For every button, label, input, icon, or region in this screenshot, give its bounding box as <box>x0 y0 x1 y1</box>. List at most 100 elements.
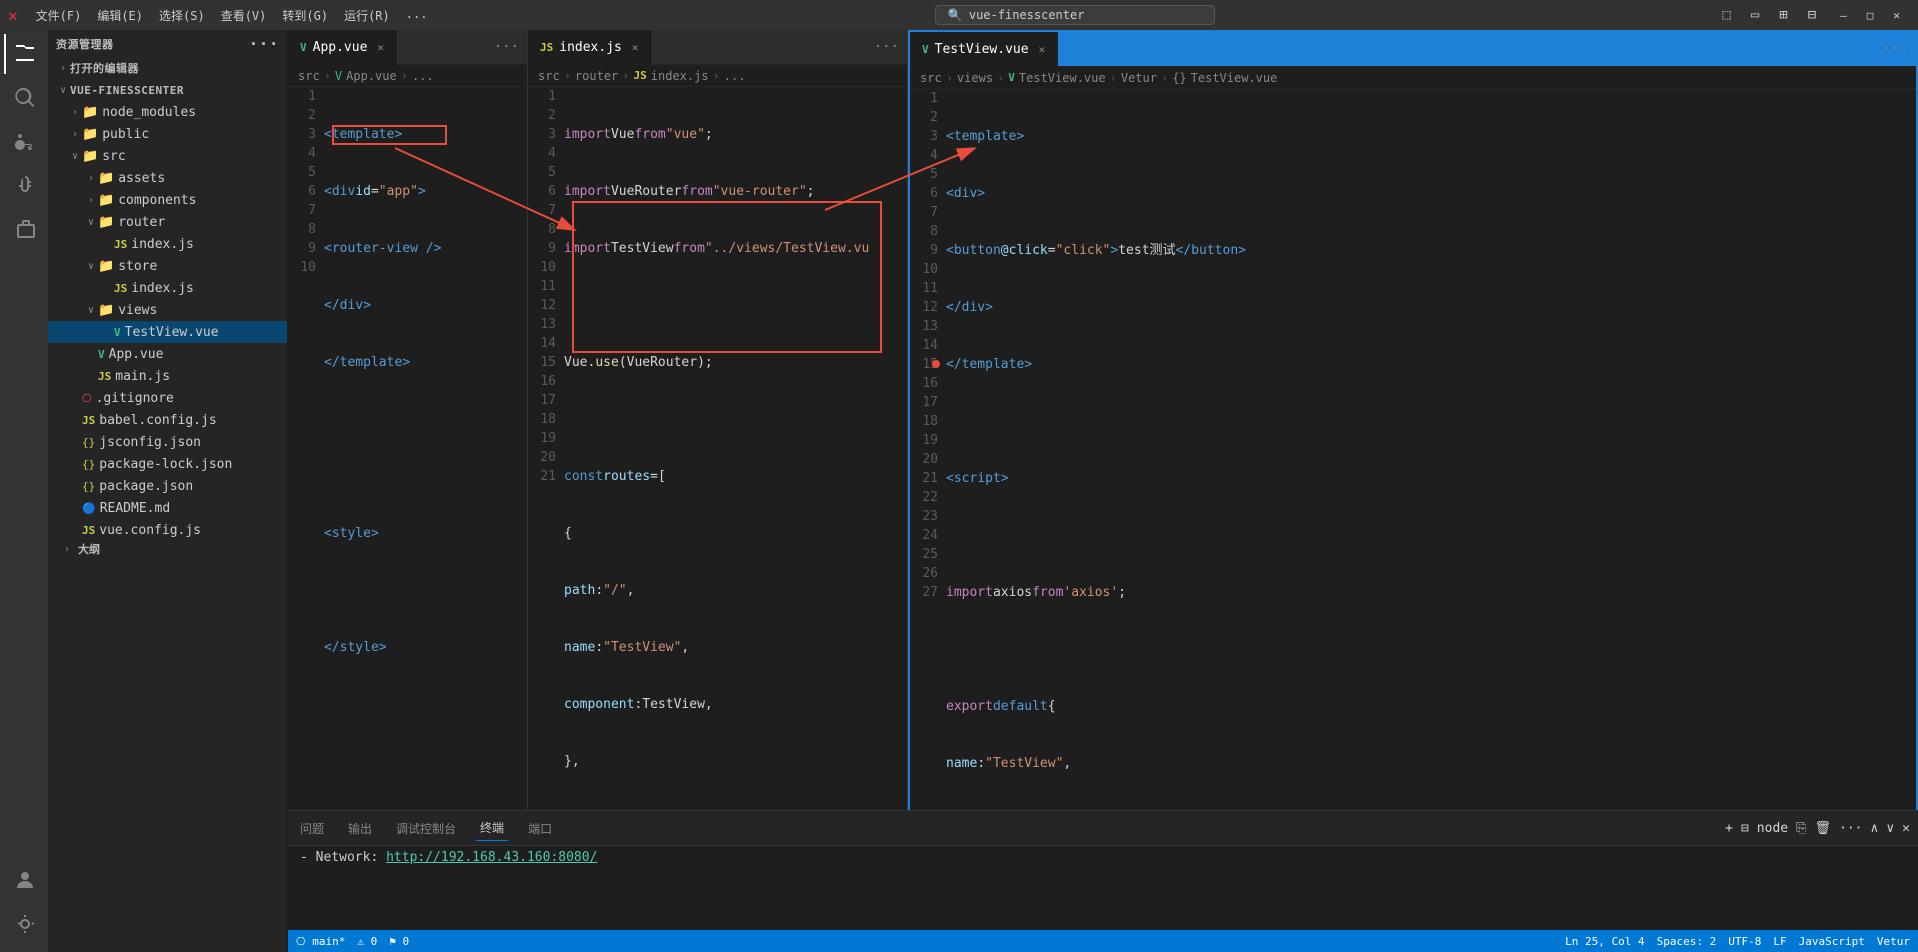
tab-problems[interactable]: 问题 <box>296 816 328 841</box>
terminal-split-btn[interactable]: ⊟ <box>1741 821 1749 836</box>
views-label: views <box>118 303 157 318</box>
tab-testview-close[interactable]: ✕ <box>1039 43 1046 56</box>
tree-gitignore[interactable]: ⎔ .gitignore <box>48 387 287 409</box>
tree-views[interactable]: ∨ 📁 views <box>48 299 287 321</box>
tab-appvue[interactable]: V App.vue ✕ <box>288 30 397 65</box>
terminal-down-btn[interactable]: ∨ <box>1886 821 1894 836</box>
status-spaces[interactable]: Spaces: 2 <box>1657 935 1717 948</box>
terminal-close-btn[interactable]: ✕ <box>1902 821 1910 836</box>
maximize-button[interactable]: □ <box>1857 0 1884 30</box>
tab-testview[interactable]: V TestView.vue ✕ <box>910 32 1058 67</box>
tree-router-index[interactable]: JS index.js <box>48 233 287 255</box>
folder-icon: 📁 <box>82 105 98 120</box>
layout-icon-3[interactable]: ⊞ <box>1773 5 1793 25</box>
activity-debug[interactable] <box>4 166 44 206</box>
status-branch[interactable]: ⎔ main* <box>296 935 345 948</box>
terminal-copy-btn[interactable]: ⎘ <box>1796 821 1806 836</box>
pane2-more-btn[interactable]: ··· <box>866 39 907 55</box>
tree-jsconfig[interactable]: {} jsconfig.json <box>48 431 287 453</box>
pane2-code: 123 456 789 101112 131415 161718 192021 … <box>528 87 907 810</box>
sidebar-project-header[interactable]: ∨ VUE-FINESSCENTER <box>48 79 287 101</box>
status-errors[interactable]: ⚠ 0 <box>357 935 377 948</box>
menu-select[interactable]: 选择(S) <box>153 5 211 26</box>
menu-run[interactable]: 运行(R) <box>338 5 396 26</box>
terminal-more-btn[interactable]: ··· <box>1839 821 1862 836</box>
tree-assets[interactable]: › 📁 assets <box>48 167 287 189</box>
tab-ports[interactable]: 端口 <box>524 816 556 841</box>
tree-babel[interactable]: JS babel.config.js <box>48 409 287 431</box>
router-label: router <box>118 215 165 230</box>
activity-account[interactable] <box>4 860 44 900</box>
status-eol[interactable]: LF <box>1773 935 1786 948</box>
sidebar-open-editors[interactable]: › 打开的编辑器 <box>48 57 287 79</box>
open-editors-label: 打开的编辑器 <box>70 60 139 76</box>
tree-vueconfig[interactable]: JS vue.config.js <box>48 519 287 541</box>
tree-store-index[interactable]: JS index.js <box>48 277 287 299</box>
tab-testview-label: TestView.vue <box>935 42 1029 57</box>
minimize-button[interactable]: — <box>1830 0 1857 30</box>
terminal-add-btn[interactable]: + <box>1725 821 1733 836</box>
editor-pane-appvue: V App.vue ✕ ··· src › V App.vue › ... <box>288 30 528 810</box>
status-warnings[interactable]: ⚑ 0 <box>389 935 409 948</box>
search-bar[interactable]: 🔍 vue-finesscenter <box>935 5 1215 25</box>
bc-appvue-icon: V <box>335 69 342 83</box>
tree-router[interactable]: ∨ 📁 router <box>48 211 287 233</box>
cl-5: Vue.use(VueRouter); <box>564 353 891 372</box>
activity-files[interactable] <box>4 34 44 74</box>
tree-main-js[interactable]: JS main.js <box>48 365 287 387</box>
status-position[interactable]: Ln 25, Col 4 <box>1565 935 1644 948</box>
outline-section[interactable]: › 大纲 <box>48 541 287 557</box>
code-line-9 <box>324 581 511 600</box>
tree-src[interactable]: ∨ 📁 src <box>48 145 287 167</box>
menu-more[interactable]: ... <box>400 5 434 26</box>
bc-dots: ... <box>412 69 434 83</box>
pane1-code-lines: <template> <div id="app"> <router-view /… <box>324 87 527 695</box>
layout-icon-1[interactable]: ⬚ <box>1716 5 1736 25</box>
terminal-up-btn[interactable]: ∧ <box>1871 821 1879 836</box>
status-lang[interactable]: JavaScript <box>1799 935 1865 948</box>
pane1-more-btn[interactable]: ··· <box>486 39 527 55</box>
tv-cl-4: </div> <box>946 298 1900 317</box>
menu-file[interactable]: 文件(F) <box>30 5 88 26</box>
activity-extensions[interactable] <box>4 210 44 250</box>
sidebar-extra-btn[interactable]: ··· <box>249 34 279 53</box>
activity-source-control[interactable] <box>4 122 44 162</box>
menu-view[interactable]: 查看(V) <box>215 5 273 26</box>
tab-debug-console[interactable]: 调试控制台 <box>392 816 460 841</box>
bc3-sep4: › <box>1161 71 1168 85</box>
tv-cl-12: name: "TestView", <box>946 754 1900 773</box>
tab-indexjs[interactable]: JS index.js ✕ <box>528 30 652 65</box>
code-line-7 <box>324 467 511 486</box>
activity-search[interactable] <box>4 78 44 118</box>
tab-appvue-close[interactable]: ✕ <box>377 41 384 54</box>
tree-store[interactable]: ∨ 📁 store <box>48 255 287 277</box>
src-label: src <box>102 149 125 164</box>
layout-icon-4[interactable]: ⊟ <box>1802 5 1822 25</box>
activity-settings[interactable] <box>4 904 44 944</box>
terminal-delete-btn[interactable]: 🗑 <box>1815 821 1832 836</box>
pane3-more-btn[interactable]: ··· <box>1875 41 1916 57</box>
tree-app-vue[interactable]: V App.vue <box>48 343 287 365</box>
layout-icon-2[interactable]: ▭ <box>1745 5 1765 25</box>
status-encoding[interactable]: UTF-8 <box>1728 935 1761 948</box>
tree-public[interactable]: › 📁 public <box>48 123 287 145</box>
tree-pkg[interactable]: {} package.json <box>48 475 287 497</box>
menu-goto[interactable]: 转到(G) <box>276 5 334 26</box>
tree-testview[interactable]: V TestView.vue <box>48 321 287 343</box>
close-button[interactable]: ✕ <box>1883 0 1910 30</box>
menu-edit[interactable]: 编辑(E) <box>91 5 149 26</box>
tab-output[interactable]: 输出 <box>344 816 376 841</box>
tree-node-modules[interactable]: › 📁 node_modules <box>48 101 287 123</box>
sidebar-explorer-header[interactable]: 资源管理器 ··· <box>48 30 287 57</box>
tree-components[interactable]: › 📁 components <box>48 189 287 211</box>
chevron-icon: › <box>84 173 98 184</box>
folder-icon: 📁 <box>98 193 114 208</box>
cl-7: const routes = [ <box>564 467 891 486</box>
tv-cl-1: <template> <box>946 127 1900 146</box>
tab-terminal[interactable]: 终端 <box>476 815 508 841</box>
tree-pkglock[interactable]: {} package-lock.json <box>48 453 287 475</box>
tab-indexjs-close[interactable]: ✕ <box>632 41 639 54</box>
terminal-network-link[interactable]: http://192.168.43.160:8080/ <box>386 850 597 865</box>
status-vetur[interactable]: Vetur <box>1877 935 1910 948</box>
tree-readme[interactable]: 🔵 README.md <box>48 497 287 519</box>
